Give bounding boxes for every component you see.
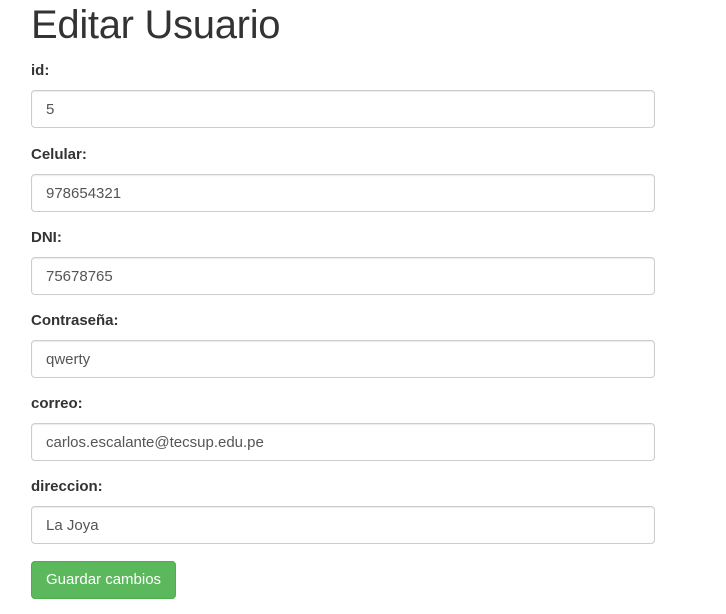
celular-input[interactable] [31,174,655,212]
field-id: id: [31,61,655,128]
field-direccion: direccion: [31,477,655,544]
correo-label: correo: [31,395,83,412]
contrasena-label: Contraseña: [31,312,119,329]
edit-user-form: id: Celular: DNI: Contraseña: correo: di… [31,61,655,599]
direccion-input[interactable] [31,506,655,544]
dni-input[interactable] [31,257,655,295]
id-label: id: [31,62,50,79]
form-actions: Guardar cambios [31,561,655,599]
page-title: Editar Usuario [31,3,281,47]
edit-user-page: Editar Usuario id: Celular: DNI: Contras… [0,0,655,599]
field-contrasena: Contraseña: [31,311,655,378]
dni-label: DNI: [31,229,62,246]
id-input[interactable] [31,90,655,128]
field-celular: Celular: [31,145,655,212]
save-changes-button[interactable]: Guardar cambios [31,561,177,599]
direccion-label: direccion: [31,478,103,495]
field-dni: DNI: [31,228,655,295]
field-correo: correo: [31,394,655,461]
contrasena-input[interactable] [31,340,655,378]
celular-label: Celular: [31,146,87,163]
correo-input[interactable] [31,423,655,461]
